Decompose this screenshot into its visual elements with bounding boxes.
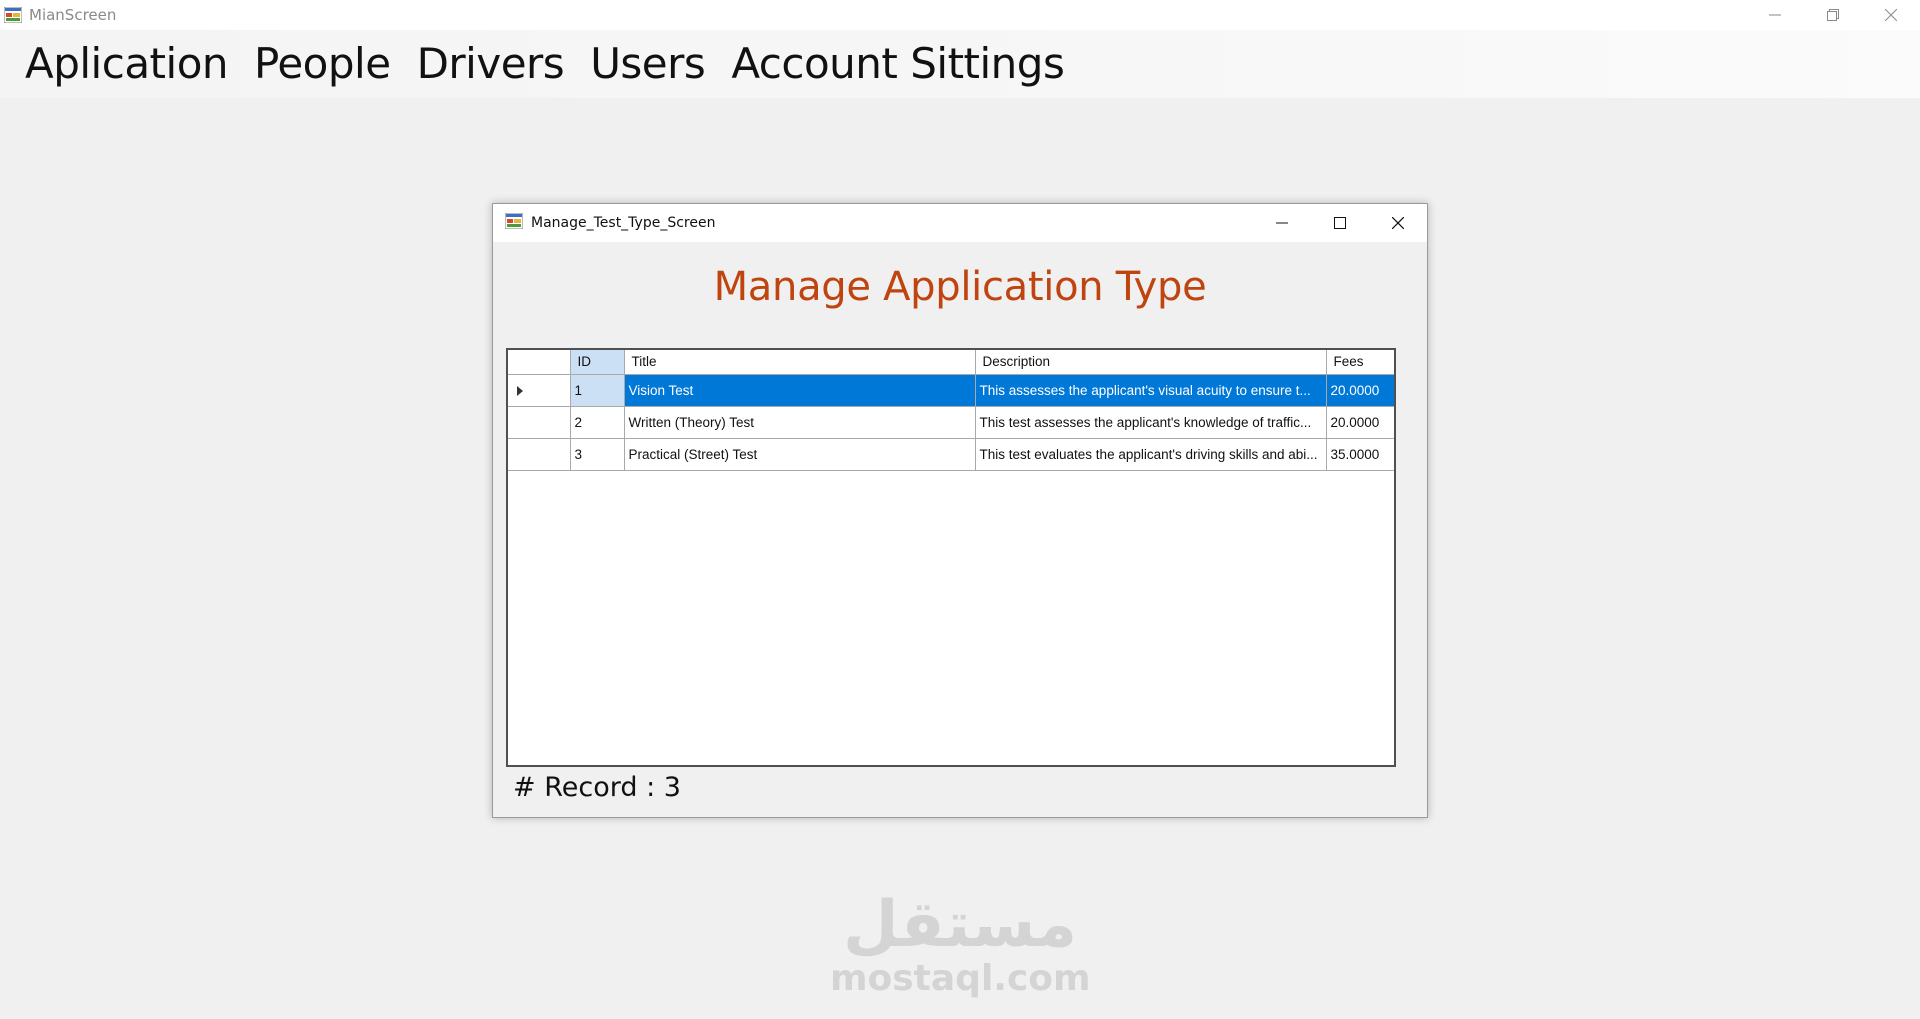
grid-header-row: ID Title Description Fees (508, 350, 1394, 375)
child-app-icon (504, 212, 524, 233)
cell-title[interactable]: Written (Theory) Test (624, 406, 976, 439)
child-minimize-button[interactable] (1253, 204, 1311, 242)
column-header-title[interactable]: Title (624, 350, 976, 375)
table-row[interactable]: 2 Written (Theory) Test This test assess… (508, 406, 1394, 439)
cell-fees[interactable]: 20.0000 (1326, 374, 1394, 407)
current-row-arrow-icon (517, 385, 523, 396)
child-window-title: Manage_Test_Type_Screen (531, 215, 716, 231)
column-header-id[interactable]: ID (570, 350, 625, 375)
main-window-title: MianScreen (29, 6, 117, 24)
cell-id[interactable]: 2 (570, 406, 625, 439)
record-label-text: # Record : (513, 772, 656, 803)
column-header-description[interactable]: Description (975, 350, 1327, 375)
watermark-logo-latin: mostaql.com (830, 958, 1091, 999)
table-row[interactable]: 1 Vision Test This assesses the applican… (508, 374, 1394, 407)
cell-title[interactable]: Practical (Street) Test (624, 438, 976, 471)
cell-title[interactable]: Vision Test (624, 374, 976, 407)
close-icon (1885, 9, 1897, 21)
minimize-icon (1769, 14, 1781, 16)
minimize-button[interactable] (1746, 0, 1804, 30)
close-icon (1392, 217, 1404, 229)
main-window-controls (1746, 0, 1920, 30)
minimize-icon (1276, 222, 1288, 224)
main-titlebar: MianScreen (0, 0, 1920, 30)
app-icon (4, 7, 22, 23)
child-maximize-button[interactable] (1311, 204, 1369, 242)
maximize-icon (1334, 217, 1346, 229)
menu-item-aplication[interactable]: Aplication (12, 30, 241, 98)
child-window-controls (1253, 204, 1427, 242)
close-button[interactable] (1862, 0, 1920, 30)
record-count-value: 3 (663, 772, 681, 803)
table-row[interactable]: 3 Practical (Street) Test This test eval… (508, 438, 1394, 471)
cell-id[interactable]: 1 (570, 374, 625, 407)
child-close-button[interactable] (1369, 204, 1427, 242)
grid-corner-cell[interactable] (508, 350, 571, 375)
manage-test-type-window: Manage_Test_Type_Screen Manage Applicati… (492, 203, 1428, 818)
page-title: Manage Application Type (713, 264, 1207, 310)
cell-description[interactable]: This test assesses the applicant's knowl… (975, 406, 1327, 439)
watermark: مستقل mostaql.com (830, 888, 1091, 999)
test-types-grid[interactable]: ID Title Description Fees 1 Vision Test … (506, 348, 1396, 767)
cell-fees[interactable]: 20.0000 (1326, 406, 1394, 439)
row-header[interactable] (508, 374, 571, 407)
restore-icon (1827, 9, 1839, 21)
column-header-fees[interactable]: Fees (1326, 350, 1394, 375)
watermark-logo-arabic: مستقل (842, 888, 1078, 962)
menu-item-account-sittings[interactable]: Account Sittings (718, 30, 1077, 98)
menu-item-people[interactable]: People (241, 30, 404, 98)
cell-description[interactable]: This assesses the applicant's visual acu… (975, 374, 1327, 407)
menu-item-drivers[interactable]: Drivers (404, 30, 578, 98)
cell-fees[interactable]: 35.0000 (1326, 438, 1394, 471)
menu-item-users[interactable]: Users (577, 30, 718, 98)
child-titlebar: Manage_Test_Type_Screen (493, 204, 1427, 242)
row-header[interactable] (508, 438, 571, 471)
cell-description[interactable]: This test evaluates the applicant's driv… (975, 438, 1327, 471)
cell-id[interactable]: 3 (570, 438, 625, 471)
record-count-label: # Record : 3 (513, 772, 681, 803)
restore-button[interactable] (1804, 0, 1862, 30)
row-header[interactable] (508, 406, 571, 439)
grid-table: ID Title Description Fees 1 Vision Test … (508, 350, 1394, 471)
menu-bar: Aplication People Drivers Users Account … (0, 30, 1920, 98)
